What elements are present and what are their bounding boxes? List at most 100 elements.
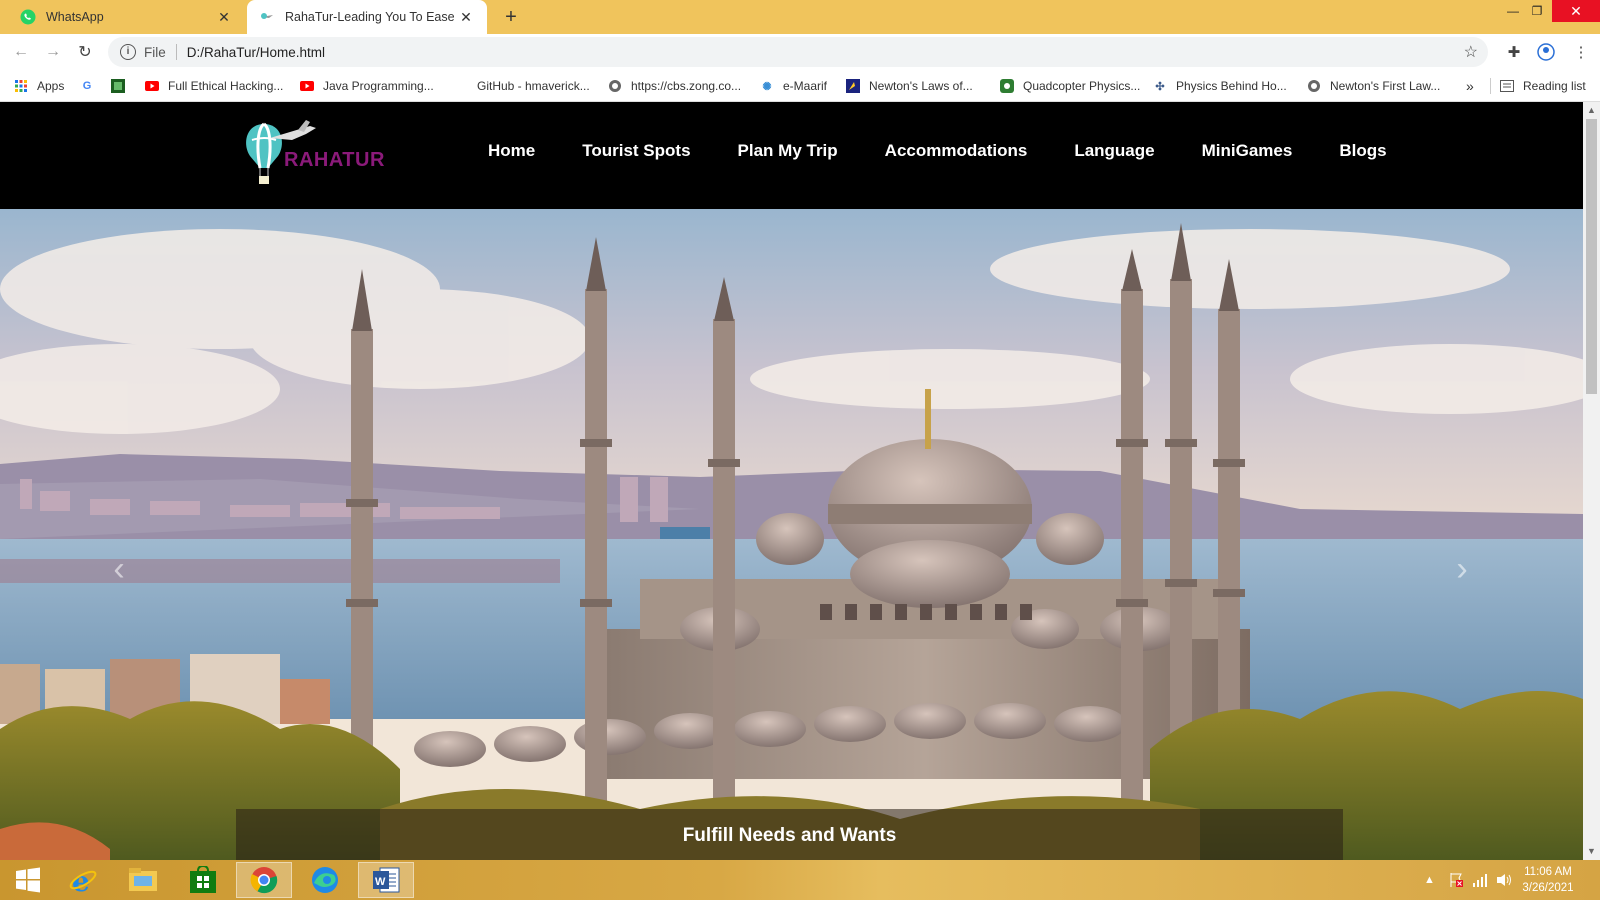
atom-icon: ✺ [762,80,772,93]
bookmark-github[interactable]: GitHub - hmaverick... [454,76,590,96]
reading-list-icon [1500,79,1514,93]
globe-icon [608,79,622,93]
new-tab-button[interactable]: + [498,5,524,29]
tab-title: WhatsApp [46,10,104,24]
tab-title: RahaTur-Leading You To Ease [285,10,455,24]
bookmark-label: Quadcopter Physics... [1023,79,1141,93]
reading-list-button[interactable]: Reading list [1500,76,1586,96]
nav-blogs[interactable]: Blogs [1339,141,1386,161]
apps-grid-icon [14,79,28,93]
profile-avatar-icon[interactable] [1535,41,1557,63]
forward-arrow-icon[interactable]: → [40,40,66,64]
page-scrollbar[interactable]: ▲ ▼ [1583,102,1600,860]
hero-caption-band: Fulfill Needs and Wants [236,809,1343,860]
nav-language[interactable]: Language [1074,141,1154,161]
tray-overflow-chevron-icon[interactable]: ▲ [1424,860,1435,900]
site-favicon-icon [846,79,860,93]
tab-rahatur[interactable]: RahaTur-Leading You To Ease ✕ [247,0,487,34]
address-bar[interactable]: i File D:/RahaTur/Home.html ☆ [108,37,1488,67]
bookmark-google[interactable]: G [80,76,103,96]
hero-caption: Fulfill Needs and Wants [682,825,897,846]
bookmark-cbs-zong[interactable]: https://cbs.zong.co... [608,76,741,96]
logo-text: RAHATUR [284,149,385,171]
reload-icon[interactable]: ↻ [72,40,98,64]
bookmark-e-maarif[interactable]: ✺ e-Maarif [760,76,827,96]
site-header: RAHATUR Home Tourist Spots Plan My Trip … [0,102,1583,209]
web-page: RAHATUR Home Tourist Spots Plan My Trip … [0,102,1583,860]
site-favicon-icon [1000,79,1014,93]
scroll-down-arrow-icon[interactable]: ▼ [1583,843,1600,860]
bookmark-apps[interactable]: Apps [14,76,64,96]
bookmark-newtons-first-law[interactable]: Newton's First Law... [1307,76,1440,96]
scroll-up-arrow-icon[interactable]: ▲ [1583,102,1600,119]
bookmarks-bar: Apps G Full Ethical Hacking... Java Prog… [0,70,1600,102]
bookmark-label: Newton's Laws of... [869,79,973,93]
reading-list-label: Reading list [1523,79,1586,93]
store-icon[interactable] [175,862,231,898]
bookmark-green-site[interactable] [111,76,134,96]
google-icon: G [82,80,92,92]
bookmark-label: e-Maarif [783,79,828,93]
nav-minigames[interactable]: MiniGames [1202,141,1293,161]
nav-plan-my-trip[interactable]: Plan My Trip [738,141,838,161]
bookmark-ethical-hacking[interactable]: Full Ethical Hacking... [145,76,283,96]
nav-accommodations[interactable]: Accommodations [885,141,1028,161]
youtube-icon [300,79,314,93]
bookmark-java-programming[interactable]: Java Programming... [300,76,434,96]
nav-tourist-spots[interactable]: Tourist Spots [582,141,690,161]
file-explorer-icon[interactable] [115,862,171,898]
back-arrow-icon[interactable]: ← [8,40,34,64]
info-icon[interactable]: i [120,44,136,60]
bookmark-label: Physics Behind Ho... [1176,79,1287,93]
word-icon[interactable]: W [358,862,414,898]
taskbar-clock[interactable]: 11:06 AM 3/26/2021 [1508,864,1588,896]
menu-kebab-icon[interactable]: ⋮ [1570,41,1592,63]
bookmark-label: GitHub - hmaverick... [477,79,590,93]
bookmark-label: Newton's First Law... [1330,79,1441,93]
rahatur-favicon-icon [259,9,275,25]
rahatur-logo[interactable]: RAHATUR [240,114,400,192]
bookmarks-overflow-chevron-icon[interactable]: » [1466,76,1474,96]
url-text[interactable]: D:/RahaTur/Home.html [187,45,325,60]
divider [175,44,177,60]
carousel-prev-icon[interactable]: ‹ [104,549,134,589]
internet-explorer-icon[interactable]: e [55,862,111,898]
site-favicon-icon [111,79,125,93]
bookmark-star-icon[interactable]: ☆ [1464,42,1478,62]
chrome-icon[interactable] [236,862,292,898]
tab-whatsapp[interactable]: WhatsApp ✕ [8,0,245,34]
bookmark-physics-behind[interactable]: ✣ Physics Behind Ho... [1153,76,1287,96]
bookmark-newtons-laws[interactable]: Newton's Laws of... [846,76,973,96]
bookmark-quadcopter-physics[interactable]: Quadcopter Physics... [1000,76,1140,96]
url-scheme: File [144,44,166,60]
bookmark-label: Java Programming... [323,79,434,93]
globe-icon [1307,79,1321,93]
github-icon [454,79,468,93]
whatsapp-icon [20,9,36,25]
bookmark-label: Apps [37,79,65,93]
extensions-puzzle-icon[interactable]: ✚ [1503,41,1525,63]
close-tab-icon[interactable]: ✕ [215,8,233,26]
drone-icon: ✣ [1155,80,1165,93]
edge-icon[interactable] [297,862,353,898]
hero-mosque-image [0,209,1583,860]
carousel-next-icon[interactable]: › [1447,549,1477,589]
scroll-thumb[interactable] [1586,119,1597,394]
network-signal-icon[interactable] [1472,860,1488,900]
divider [1490,78,1491,94]
svg-text:W: W [375,876,386,888]
windows-taskbar: e W ▲ 11:06 AM 3/26/2021 [0,860,1600,900]
clock-date: 3/26/2021 [1522,882,1574,894]
hero-carousel: ‹ › Fulfill Needs and Wants [0,209,1583,860]
youtube-icon [145,79,159,93]
window-close-icon[interactable]: ✕ [1552,0,1600,22]
browser-toolbar: ← → ↻ i File D:/RahaTur/Home.html ☆ ✚ ⋮ [0,34,1600,70]
start-icon[interactable] [0,862,56,898]
main-nav: Home Tourist Spots Plan My Trip Accommod… [488,141,1434,161]
nav-home[interactable]: Home [488,141,535,161]
clock-time: 11:06 AM [1524,866,1572,878]
bookmark-label: Full Ethical Hacking... [168,79,284,93]
action-center-flag-icon[interactable] [1448,860,1464,900]
bookmark-label: https://cbs.zong.co... [631,79,742,93]
close-tab-icon[interactable]: ✕ [457,8,475,26]
